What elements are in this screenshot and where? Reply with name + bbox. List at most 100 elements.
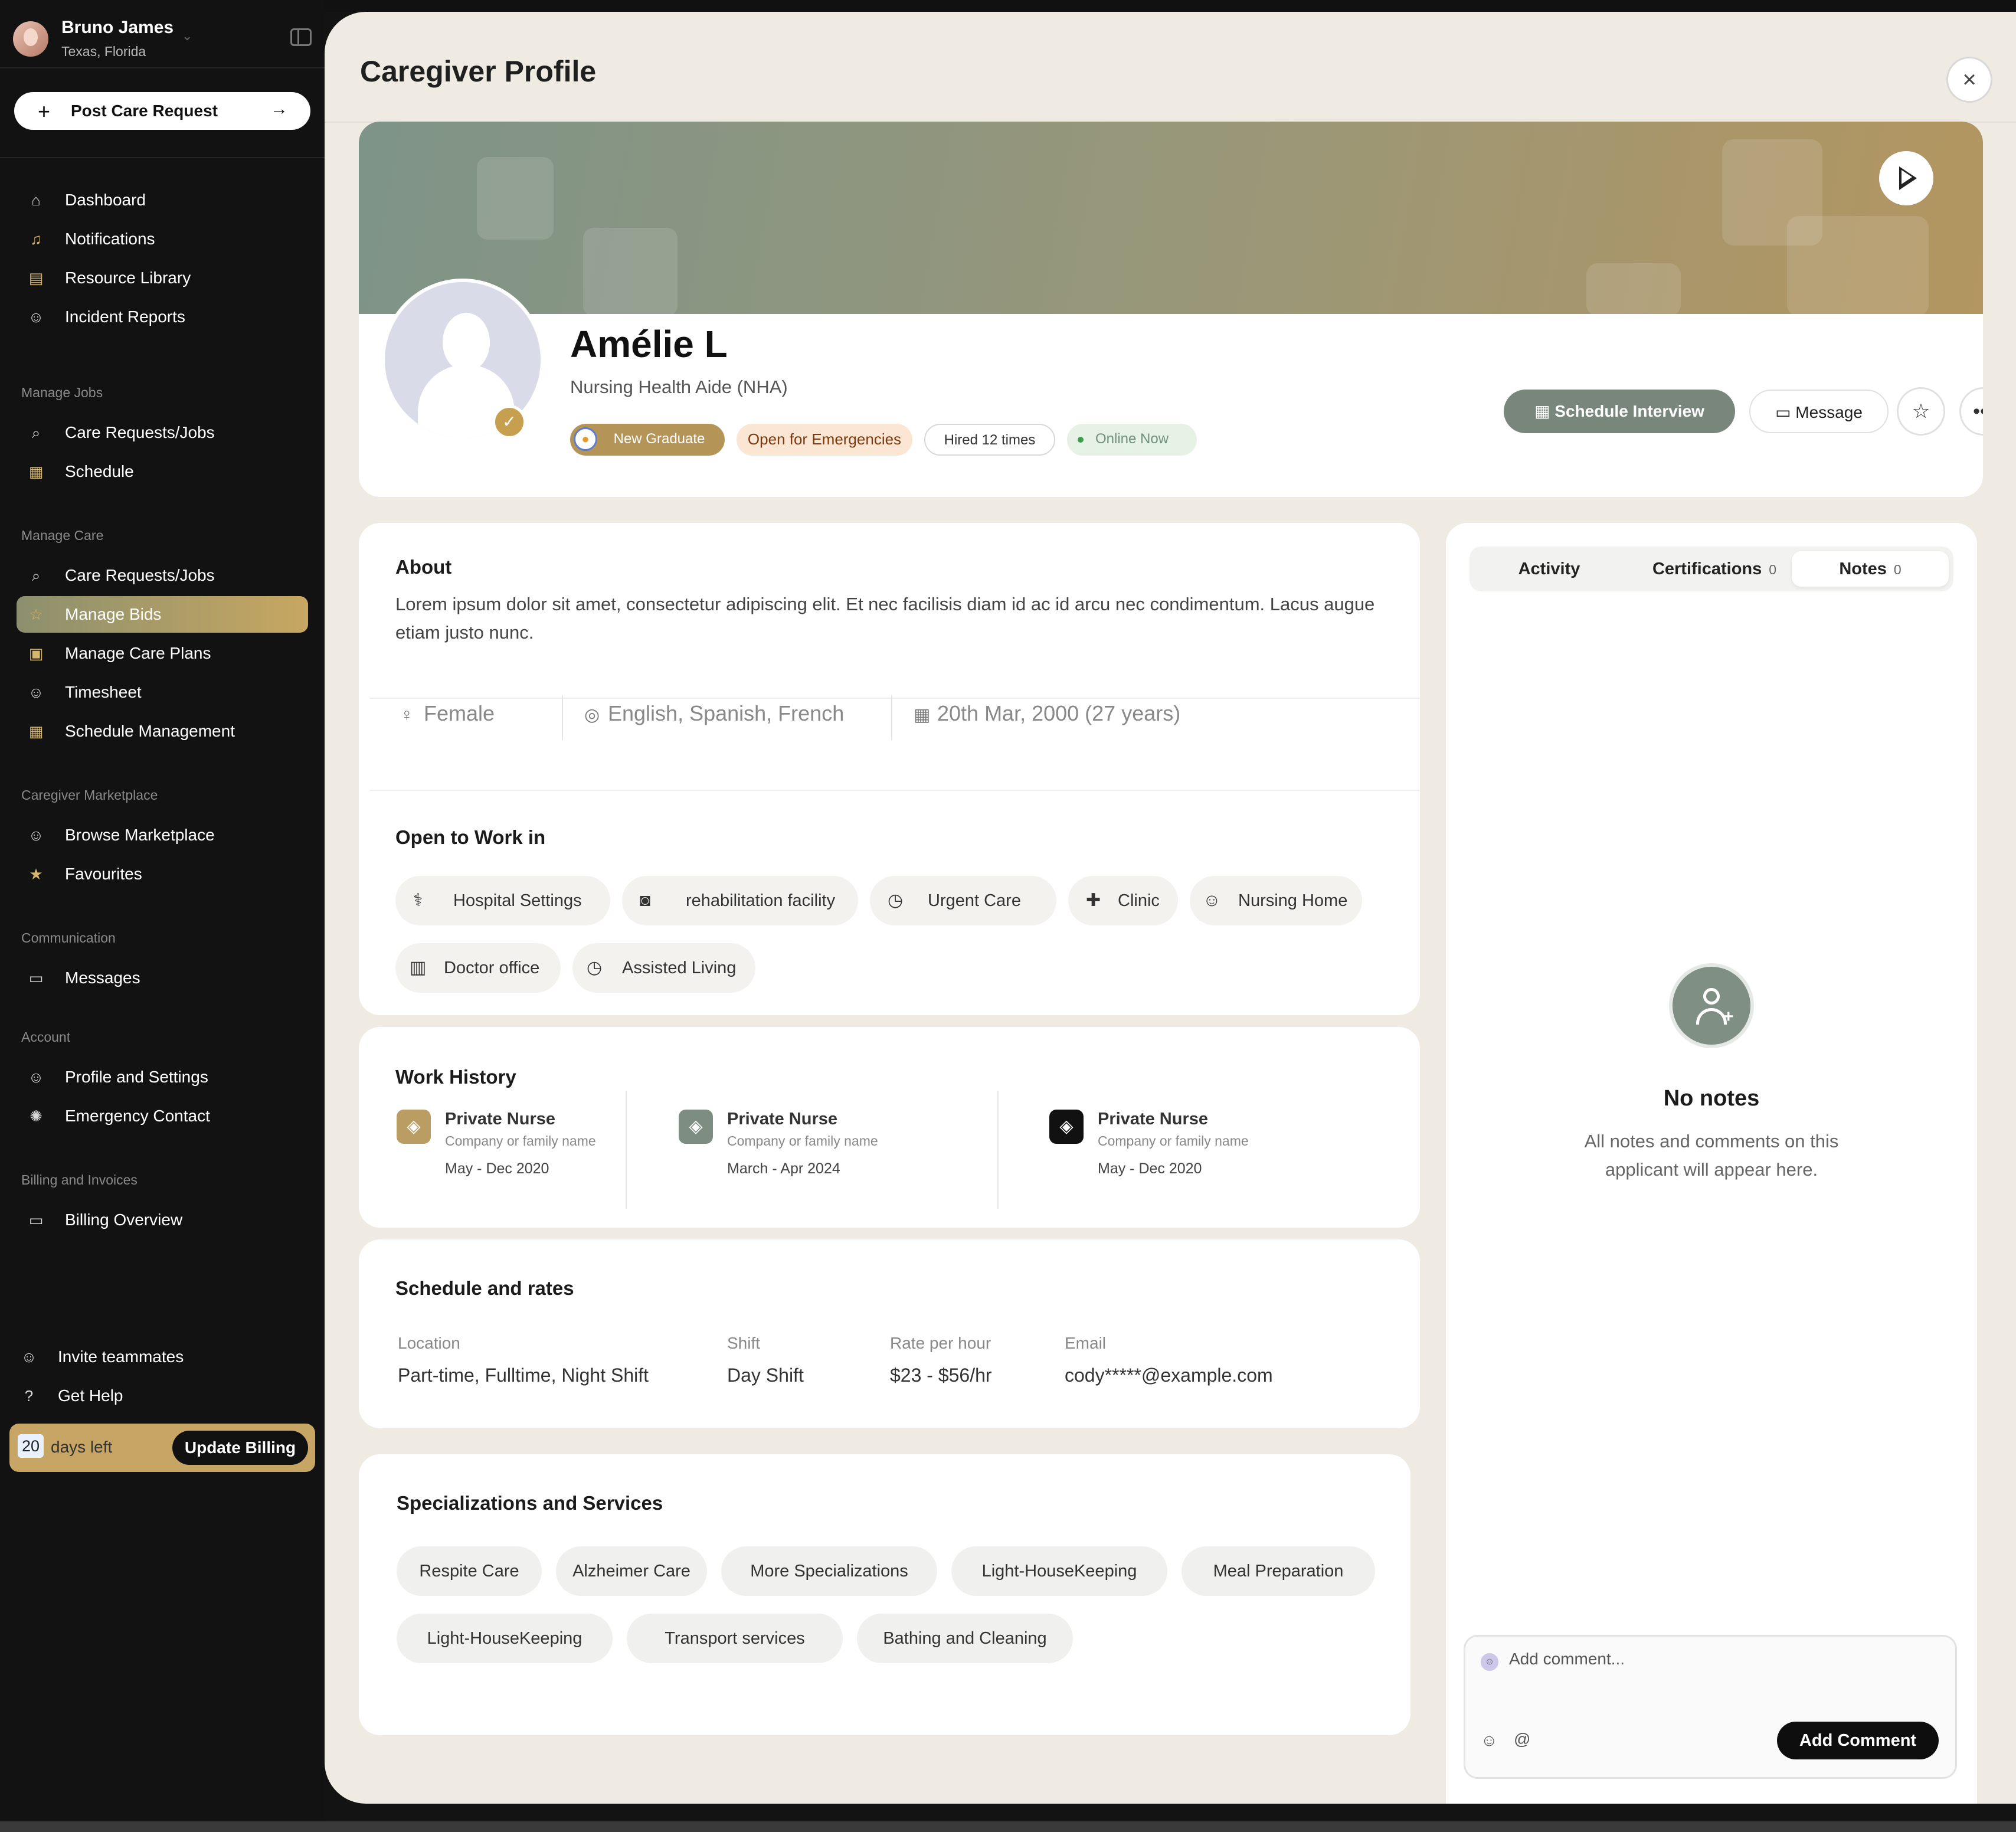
sidebar-item-label: Get Help <box>58 1386 123 1405</box>
emergencies-badge: Open for Emergencies <box>737 424 912 456</box>
work-role: Private Nurse <box>445 1110 555 1128</box>
help-icon: ? <box>24 1387 34 1405</box>
schedule-interview-button[interactable]: ▦ Schedule Interview <box>1504 390 1735 433</box>
caregiver-role: Nursing Health Aide (NHA) <box>570 377 788 397</box>
comment-box[interactable]: ☺ Add comment... ☺ @ Add Comment <box>1464 1635 1957 1779</box>
chip-label: rehabilitation facility <box>686 891 836 910</box>
tab-activity[interactable]: Activity <box>1481 551 1617 587</box>
calendar-icon: ▦ <box>914 705 931 725</box>
profile-banner <box>359 122 1983 316</box>
tab-count: 0 <box>1893 562 1902 577</box>
sidebar-item-notifications[interactable]: ♫ Notifications <box>17 221 308 257</box>
location-value: Part-time, Fulltime, Night Shift <box>398 1365 649 1386</box>
sidebar-item-invite-teammates[interactable]: ☺ Invite teammates <box>9 1339 301 1375</box>
gender-value: Female <box>424 701 495 725</box>
sidebar-item-resource-library[interactable]: ▤ Resource Library <box>17 260 308 296</box>
work-company: Company or family name <box>445 1133 596 1149</box>
sidebar-item-incident-reports[interactable]: ☺ Incident Reports <box>17 299 308 335</box>
sidebar-item-schedule[interactable]: ▦ Schedule <box>17 453 308 490</box>
building-icon: ▥ <box>410 958 427 977</box>
sidebar-item-care-requests-jobs[interactable]: ⌕ Care Requests/Jobs <box>17 414 308 451</box>
sidebar-item-favourites[interactable]: ★ Favourites <box>17 856 308 892</box>
specialization-chip: More Specializations <box>721 1546 937 1596</box>
search-icon: ⌕ <box>31 567 41 584</box>
company-logo-icon: ◈ <box>1049 1110 1084 1144</box>
work-history-item: ◈ Private Nurse Company or family name M… <box>1049 1110 1333 1204</box>
notes-panel: Activity Certifications 0 Notes 0 + No not… <box>1446 523 1977 1804</box>
sidebar-item-care-requests-jobs-2[interactable]: ⌕ Care Requests/Jobs <box>17 557 308 594</box>
favourite-star-button[interactable]: ☆ <box>1897 387 1945 436</box>
sidebar-item-label: Profile and Settings <box>65 1068 208 1086</box>
work-role: Private Nurse <box>727 1110 837 1128</box>
mention-icon[interactable]: @ <box>1514 1730 1530 1749</box>
gender-icon: ♀ <box>400 705 414 725</box>
sidebar-item-label: Browse Marketplace <box>65 826 215 844</box>
sidebar-item-schedule-management[interactable]: ▦ Schedule Management <box>17 713 308 750</box>
message-button[interactable]: ▭ Message <box>1749 390 1889 433</box>
play-video-button[interactable] <box>1879 151 1933 205</box>
sidebar-item-label: Emergency Contact <box>65 1107 210 1125</box>
icon-part <box>1703 988 1720 1005</box>
add-comment-button[interactable]: Add Comment <box>1777 1722 1939 1759</box>
hired-count-badge: Hired 12 times <box>924 424 1055 456</box>
work-role: Private Nurse <box>1098 1110 1208 1128</box>
sidebar-item-emergency-contact[interactable]: ✺ Emergency Contact <box>17 1098 308 1134</box>
user-plus-icon: ☺ <box>21 1348 37 1366</box>
sidebar-item-get-help[interactable]: ? Get Help <box>9 1378 301 1414</box>
hospital-icon: ⚕ <box>413 891 423 910</box>
sidebar-item-messages[interactable]: ▭ Messages <box>17 960 308 996</box>
sidebar-item-manage-bids[interactable]: ☆ Manage Bids <box>17 596 308 633</box>
user-icon: ☺ <box>28 683 44 701</box>
divider <box>562 695 563 740</box>
tab-certifications[interactable]: Certifications 0 <box>1629 551 1800 587</box>
sidebar-item-label: Notifications <box>65 230 155 248</box>
sidebar-item-label: Care Requests/Jobs <box>65 423 215 441</box>
section-title: Manage Jobs <box>21 385 103 400</box>
banner-shape <box>477 157 554 240</box>
emoji-icon[interactable]: ☺ <box>1481 1731 1498 1750</box>
sidebar-item-profile-settings[interactable]: ☺ Profile and Settings <box>17 1059 308 1095</box>
schedule-title: Schedule and rates <box>395 1277 574 1299</box>
work-history-item: ◈ Private Nurse Company or family name M… <box>679 1110 962 1204</box>
plus-icon: + <box>38 99 51 123</box>
sidebar-collapse-icon[interactable] <box>290 28 312 46</box>
tab-label: Notes <box>1839 560 1887 578</box>
specialization-chip: Bathing and Cleaning <box>857 1614 1073 1663</box>
tab-notes[interactable]: Notes 0 <box>1792 551 1949 587</box>
location-label: Location <box>398 1334 460 1352</box>
chip-label: Assisted Living <box>622 958 737 977</box>
banner-shape <box>583 228 678 316</box>
avatar[interactable] <box>13 21 48 57</box>
sidebar-item-browse-marketplace[interactable]: ☺ Browse Marketplace <box>17 817 308 853</box>
comment-input[interactable]: Add comment... <box>1509 1650 1625 1669</box>
chat-icon: ▭ <box>28 969 44 987</box>
rehab-icon: ◙ <box>640 891 651 910</box>
about-card: About Lorem ipsum dolor sit amet, consec… <box>359 523 1420 1015</box>
sidebar-item-manage-care-plans[interactable]: ▣ Manage Care Plans <box>17 635 308 672</box>
sidebar-item-label: Timesheet <box>65 683 142 701</box>
sidebar: Bruno James Texas, Florida ⌄ + Post Care… <box>0 0 325 1832</box>
email-value: cody*****@example.com <box>1065 1365 1273 1386</box>
page-title: Caregiver Profile <box>360 55 597 88</box>
update-billing-button[interactable]: Update Billing <box>172 1431 308 1465</box>
work-history-card: Work History ◈ Private Nurse Company or … <box>359 1027 1420 1228</box>
user-profile[interactable]: Bruno James Texas, Florida ⌄ <box>13 18 312 65</box>
online-status-badge: Online Now <box>1067 424 1197 456</box>
banner-shape <box>1586 263 1681 316</box>
sidebar-item-dashboard[interactable]: ⌂ Dashboard <box>17 182 308 218</box>
empty-notes-title: No notes <box>1663 1086 1760 1111</box>
tab-count: 0 <box>1769 562 1777 577</box>
sidebar-item-billing-overview[interactable]: ▭ Billing Overview <box>17 1202 308 1238</box>
sidebar-item-label: Schedule <box>65 462 134 480</box>
specialization-chip: Transport services <box>627 1614 843 1663</box>
more-options-button[interactable]: ••• <box>1959 387 1983 436</box>
chevron-down-icon[interactable]: ⌄ <box>182 28 192 44</box>
users-icon: ☺ <box>28 308 44 326</box>
sidebar-item-timesheet[interactable]: ☺ Timesheet <box>17 674 308 711</box>
shift-value: Day Shift <box>727 1365 804 1386</box>
post-care-request-button[interactable]: + Post Care Request → <box>14 92 310 130</box>
users-icon: ☺ <box>28 826 44 844</box>
empty-notes-description: All notes and comments on this applicant… <box>1584 1131 1839 1180</box>
work-history-title: Work History <box>395 1066 516 1088</box>
close-icon[interactable]: × <box>1946 57 1992 103</box>
